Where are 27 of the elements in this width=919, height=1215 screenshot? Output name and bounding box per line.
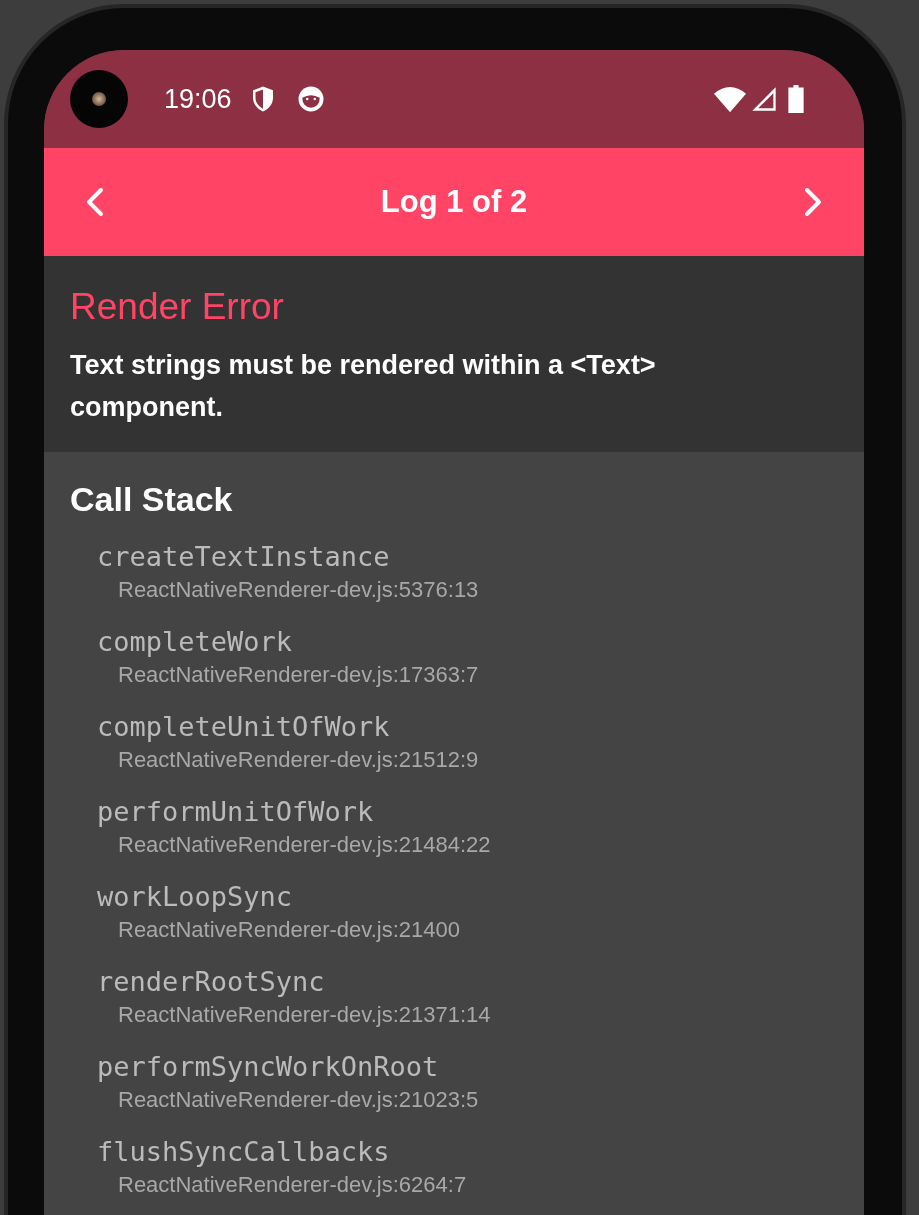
stack-frame-location: ReactNativeRenderer-dev.js:21400 bbox=[117, 916, 460, 944]
stack-frame-location: ReactNativeRenderer-dev.js:6264:7 bbox=[117, 1171, 467, 1199]
stack-frame-method: performSyncWorkOnRoot bbox=[97, 1050, 439, 1084]
stack-frame-method: workLoopSync bbox=[97, 880, 293, 914]
section-title: Call Stack bbox=[70, 480, 234, 519]
stack-frame-method: completeUnitOfWork bbox=[97, 710, 390, 744]
error-message: Text strings must be rendered within a <Text> component. bbox=[70, 349, 657, 424]
stack-frame-location: ReactNativeRenderer-dev.js:21484:22 bbox=[117, 831, 491, 859]
stack-frame-method: flushSyncCallbacks bbox=[97, 1135, 390, 1169]
stack-frame-location: ReactNativeRenderer-dev.js:17363:7 bbox=[117, 661, 479, 689]
stack-frame-location: ReactNativeRenderer-dev.js:21512:9 bbox=[117, 746, 479, 774]
stack-frame-method: renderRootSync bbox=[97, 965, 325, 999]
chevron-right-icon bbox=[802, 186, 824, 218]
status-time: 19:06 bbox=[164, 83, 232, 115]
signal-icon bbox=[750, 85, 778, 113]
stack-frame-method: performUnitOfWork bbox=[97, 795, 374, 829]
header-title: Log 1 of 2 bbox=[380, 184, 528, 220]
wifi-icon bbox=[714, 85, 746, 113]
error-title: Render Error bbox=[70, 286, 285, 328]
stack-frame-location: ReactNativeRenderer-dev.js:21023:5 bbox=[117, 1086, 479, 1114]
stack-frame-method: completeWork bbox=[97, 625, 293, 659]
chevron-left-icon bbox=[84, 186, 106, 218]
battery-icon bbox=[788, 85, 804, 113]
stack-frame-method: createTextInstance bbox=[97, 540, 390, 574]
camera-hole bbox=[70, 70, 128, 128]
stack-frame-location: ReactNativeRenderer-dev.js:5376:13 bbox=[117, 576, 479, 604]
stack-frame-location: ReactNativeRenderer-dev.js:21371:14 bbox=[117, 1001, 491, 1029]
